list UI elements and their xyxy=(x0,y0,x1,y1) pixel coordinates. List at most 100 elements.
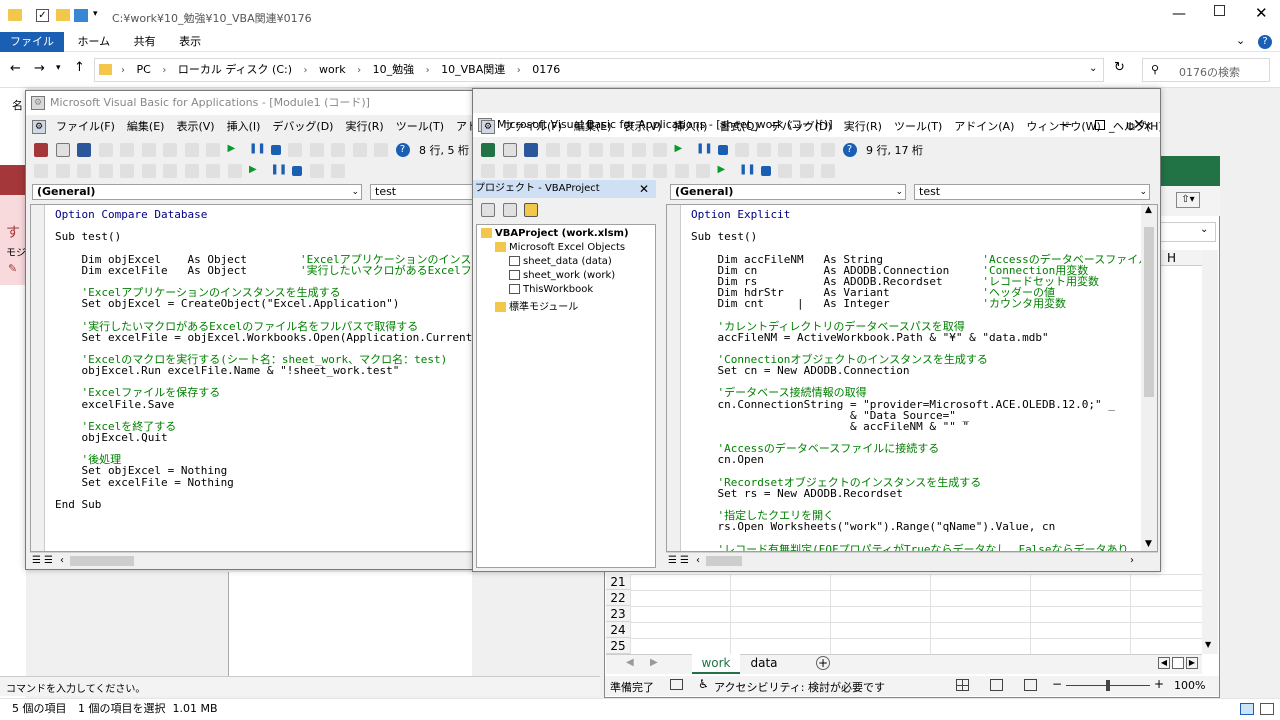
sheet-prev-icon[interactable]: ◀ xyxy=(626,657,634,668)
run-icon[interactable]: ▶ xyxy=(675,143,689,157)
vba1-code-line[interactable]: objExcel.Quit xyxy=(55,432,167,443)
new-folder-icon[interactable] xyxy=(56,9,70,21)
macro-record-icon[interactable] xyxy=(670,679,683,690)
vba1-hscroll-thumb[interactable] xyxy=(70,556,134,566)
paste-icon[interactable] xyxy=(141,143,156,157)
step-icon[interactable] xyxy=(309,164,324,178)
tab-home[interactable]: ホーム xyxy=(68,32,121,52)
accessibility-status[interactable]: アクセシビリティ: 検討が必要です xyxy=(714,679,885,695)
redo-icon[interactable] xyxy=(206,143,220,157)
chevron-down-icon[interactable]: ⌄ xyxy=(1236,34,1245,47)
address-bar[interactable]: › PC › ローカル ディスク (C:) › work › 10_勉強 › 1… xyxy=(94,58,1104,82)
page-break-icon[interactable] xyxy=(1024,679,1037,691)
vba1-menu-item[interactable]: 挿入(I) xyxy=(221,120,267,133)
insert-module-icon[interactable] xyxy=(502,143,517,157)
vba2-menu-item[interactable]: 書式(O) xyxy=(713,120,764,133)
vba2-code-line[interactable]: Dim cnt | As Integer 'カウンタ用変数 xyxy=(691,298,1066,309)
vba1-code-line[interactable]: Dim excelFile As Object '実行したいマクロがあるExce… xyxy=(55,265,473,276)
toggle-breakpoint-icon[interactable] xyxy=(141,164,156,178)
help-icon[interactable]: ? xyxy=(1258,35,1272,49)
call-stack-icon[interactable] xyxy=(821,164,835,178)
refresh-icon[interactable]: ↻ xyxy=(1114,60,1125,75)
back-icon[interactable]: ← xyxy=(10,61,21,76)
minimize-button[interactable]: — xyxy=(1172,6,1186,22)
watch-icon[interactable] xyxy=(799,164,814,178)
design-icon[interactable] xyxy=(696,164,710,178)
design-icon[interactable] xyxy=(227,164,242,178)
toggle-folders-icon[interactable] xyxy=(524,203,538,217)
excel-vscroll[interactable] xyxy=(1202,250,1218,654)
reset-icon[interactable] xyxy=(760,166,771,176)
breadcrumb-pc[interactable]: PC xyxy=(133,59,155,81)
vba1-menu-item[interactable]: 編集(E) xyxy=(121,120,171,133)
vba2-menu-item[interactable]: ファイル(F) xyxy=(497,120,568,133)
vba1-code-line[interactable]: Sub test() xyxy=(55,231,121,242)
vba1-hscroll[interactable]: ☰ ☰ ‹ xyxy=(30,552,474,568)
scroll-up-icon[interactable]: ▲ xyxy=(1145,205,1152,215)
quick-info-icon[interactable] xyxy=(77,164,91,178)
close-icon[interactable]: ✕ xyxy=(639,180,649,198)
scroll-down-icon[interactable]: ▼ xyxy=(1145,539,1152,549)
forward-icon[interactable]: → xyxy=(34,61,45,76)
breadcrumb-work[interactable]: work xyxy=(315,59,350,81)
view-object-icon[interactable] xyxy=(502,203,517,217)
breadcrumb-vba[interactable]: 10_VBA関連 xyxy=(437,59,509,81)
vba2-menu-item[interactable]: 挿入(I) xyxy=(668,120,714,133)
run-icon[interactable]: ▶ xyxy=(228,143,242,157)
vba2-code-line[interactable]: & accFileNM & "" " xyxy=(691,421,969,432)
find-icon[interactable] xyxy=(610,143,624,157)
help-icon[interactable]: ? xyxy=(842,143,857,157)
vba2-menu-item[interactable]: アドイン(A) xyxy=(948,120,1020,133)
project-explorer-icon[interactable] xyxy=(756,143,771,157)
list-properties-icon[interactable] xyxy=(481,164,495,178)
full-module-view-icon[interactable]: ☰ xyxy=(680,555,689,566)
chevron-down-icon[interactable]: ▾ xyxy=(93,9,98,19)
vba1-code-line[interactable]: excelFile.Save xyxy=(55,399,174,410)
design-mode-icon[interactable] xyxy=(735,143,749,157)
redo-icon[interactable] xyxy=(653,143,667,157)
toolbox-icon[interactable] xyxy=(821,143,835,157)
vba1-menu-item[interactable]: ファイル(F) xyxy=(50,120,121,133)
vba2-code-line[interactable]: Set cn = New ADODB.Connection xyxy=(691,365,909,376)
vba1-code-line[interactable]: objExcel.Run excelFile.Name & "!sheet_wo… xyxy=(55,365,399,376)
breadcrumb-drive[interactable]: ローカル ディスク (C:) xyxy=(174,59,296,81)
chevron-down-icon[interactable]: ⌄ xyxy=(1089,63,1097,74)
tab-share[interactable]: 共有 xyxy=(124,32,166,52)
vba1-menu-item[interactable]: 実行(R) xyxy=(339,120,389,133)
vba1-menu-item[interactable]: アドイン(A) xyxy=(450,120,474,133)
break-icon[interactable]: ❚❚ xyxy=(249,143,266,157)
list-constants-icon[interactable] xyxy=(502,164,517,178)
bookmark-icon[interactable] xyxy=(674,164,689,178)
run-icon[interactable]: ▶ xyxy=(249,164,263,178)
full-module-view-icon[interactable]: ☰ xyxy=(44,555,53,566)
vba1-code-line[interactable]: End Sub xyxy=(55,499,101,510)
doc-close-icon[interactable]: ✕ xyxy=(1143,116,1152,138)
reset-icon[interactable] xyxy=(717,145,728,155)
details-view-icon[interactable] xyxy=(1240,703,1254,715)
row-24[interactable]: 24 xyxy=(606,622,630,638)
zoom-in-icon[interactable]: + xyxy=(1154,677,1164,691)
tree-node[interactable]: sheet_work (work) xyxy=(509,270,615,281)
up-icon[interactable]: ↑ xyxy=(74,60,85,75)
scroll-left-icon[interactable]: ‹ xyxy=(60,555,64,566)
tree-node[interactable]: VBAProject (work.xlsm) xyxy=(481,228,629,239)
vba2-hscroll-thumb[interactable] xyxy=(706,556,742,566)
list-properties-icon[interactable] xyxy=(34,164,48,178)
sheet-tab-data[interactable]: data xyxy=(744,654,784,674)
break-icon[interactable]: ❚❚ xyxy=(739,164,756,178)
undo-icon[interactable] xyxy=(631,143,646,157)
search-box[interactable]: ⚲ 0176の検索 xyxy=(1142,58,1270,82)
chevron-down-icon[interactable]: ⌄ xyxy=(1200,224,1208,235)
reset-icon[interactable] xyxy=(292,166,302,176)
column-header-h[interactable]: H xyxy=(1167,251,1176,265)
paste-icon[interactable] xyxy=(588,143,603,157)
help-icon[interactable]: ? xyxy=(395,143,410,157)
checkbox-icon[interactable]: ✓ xyxy=(36,9,49,22)
row-25[interactable]: 25 xyxy=(606,638,630,654)
large-icons-view-icon[interactable] xyxy=(1260,703,1274,715)
normal-view-icon[interactable] xyxy=(956,679,969,691)
quick-info-icon[interactable] xyxy=(524,164,538,178)
vba2-menu-item[interactable]: 実行(R) xyxy=(838,120,888,133)
procedure-view-icon[interactable]: ☰ xyxy=(668,555,677,566)
vba1-code-line[interactable]: Set objExcel = CreateObject("Excel.Appli… xyxy=(55,298,399,309)
